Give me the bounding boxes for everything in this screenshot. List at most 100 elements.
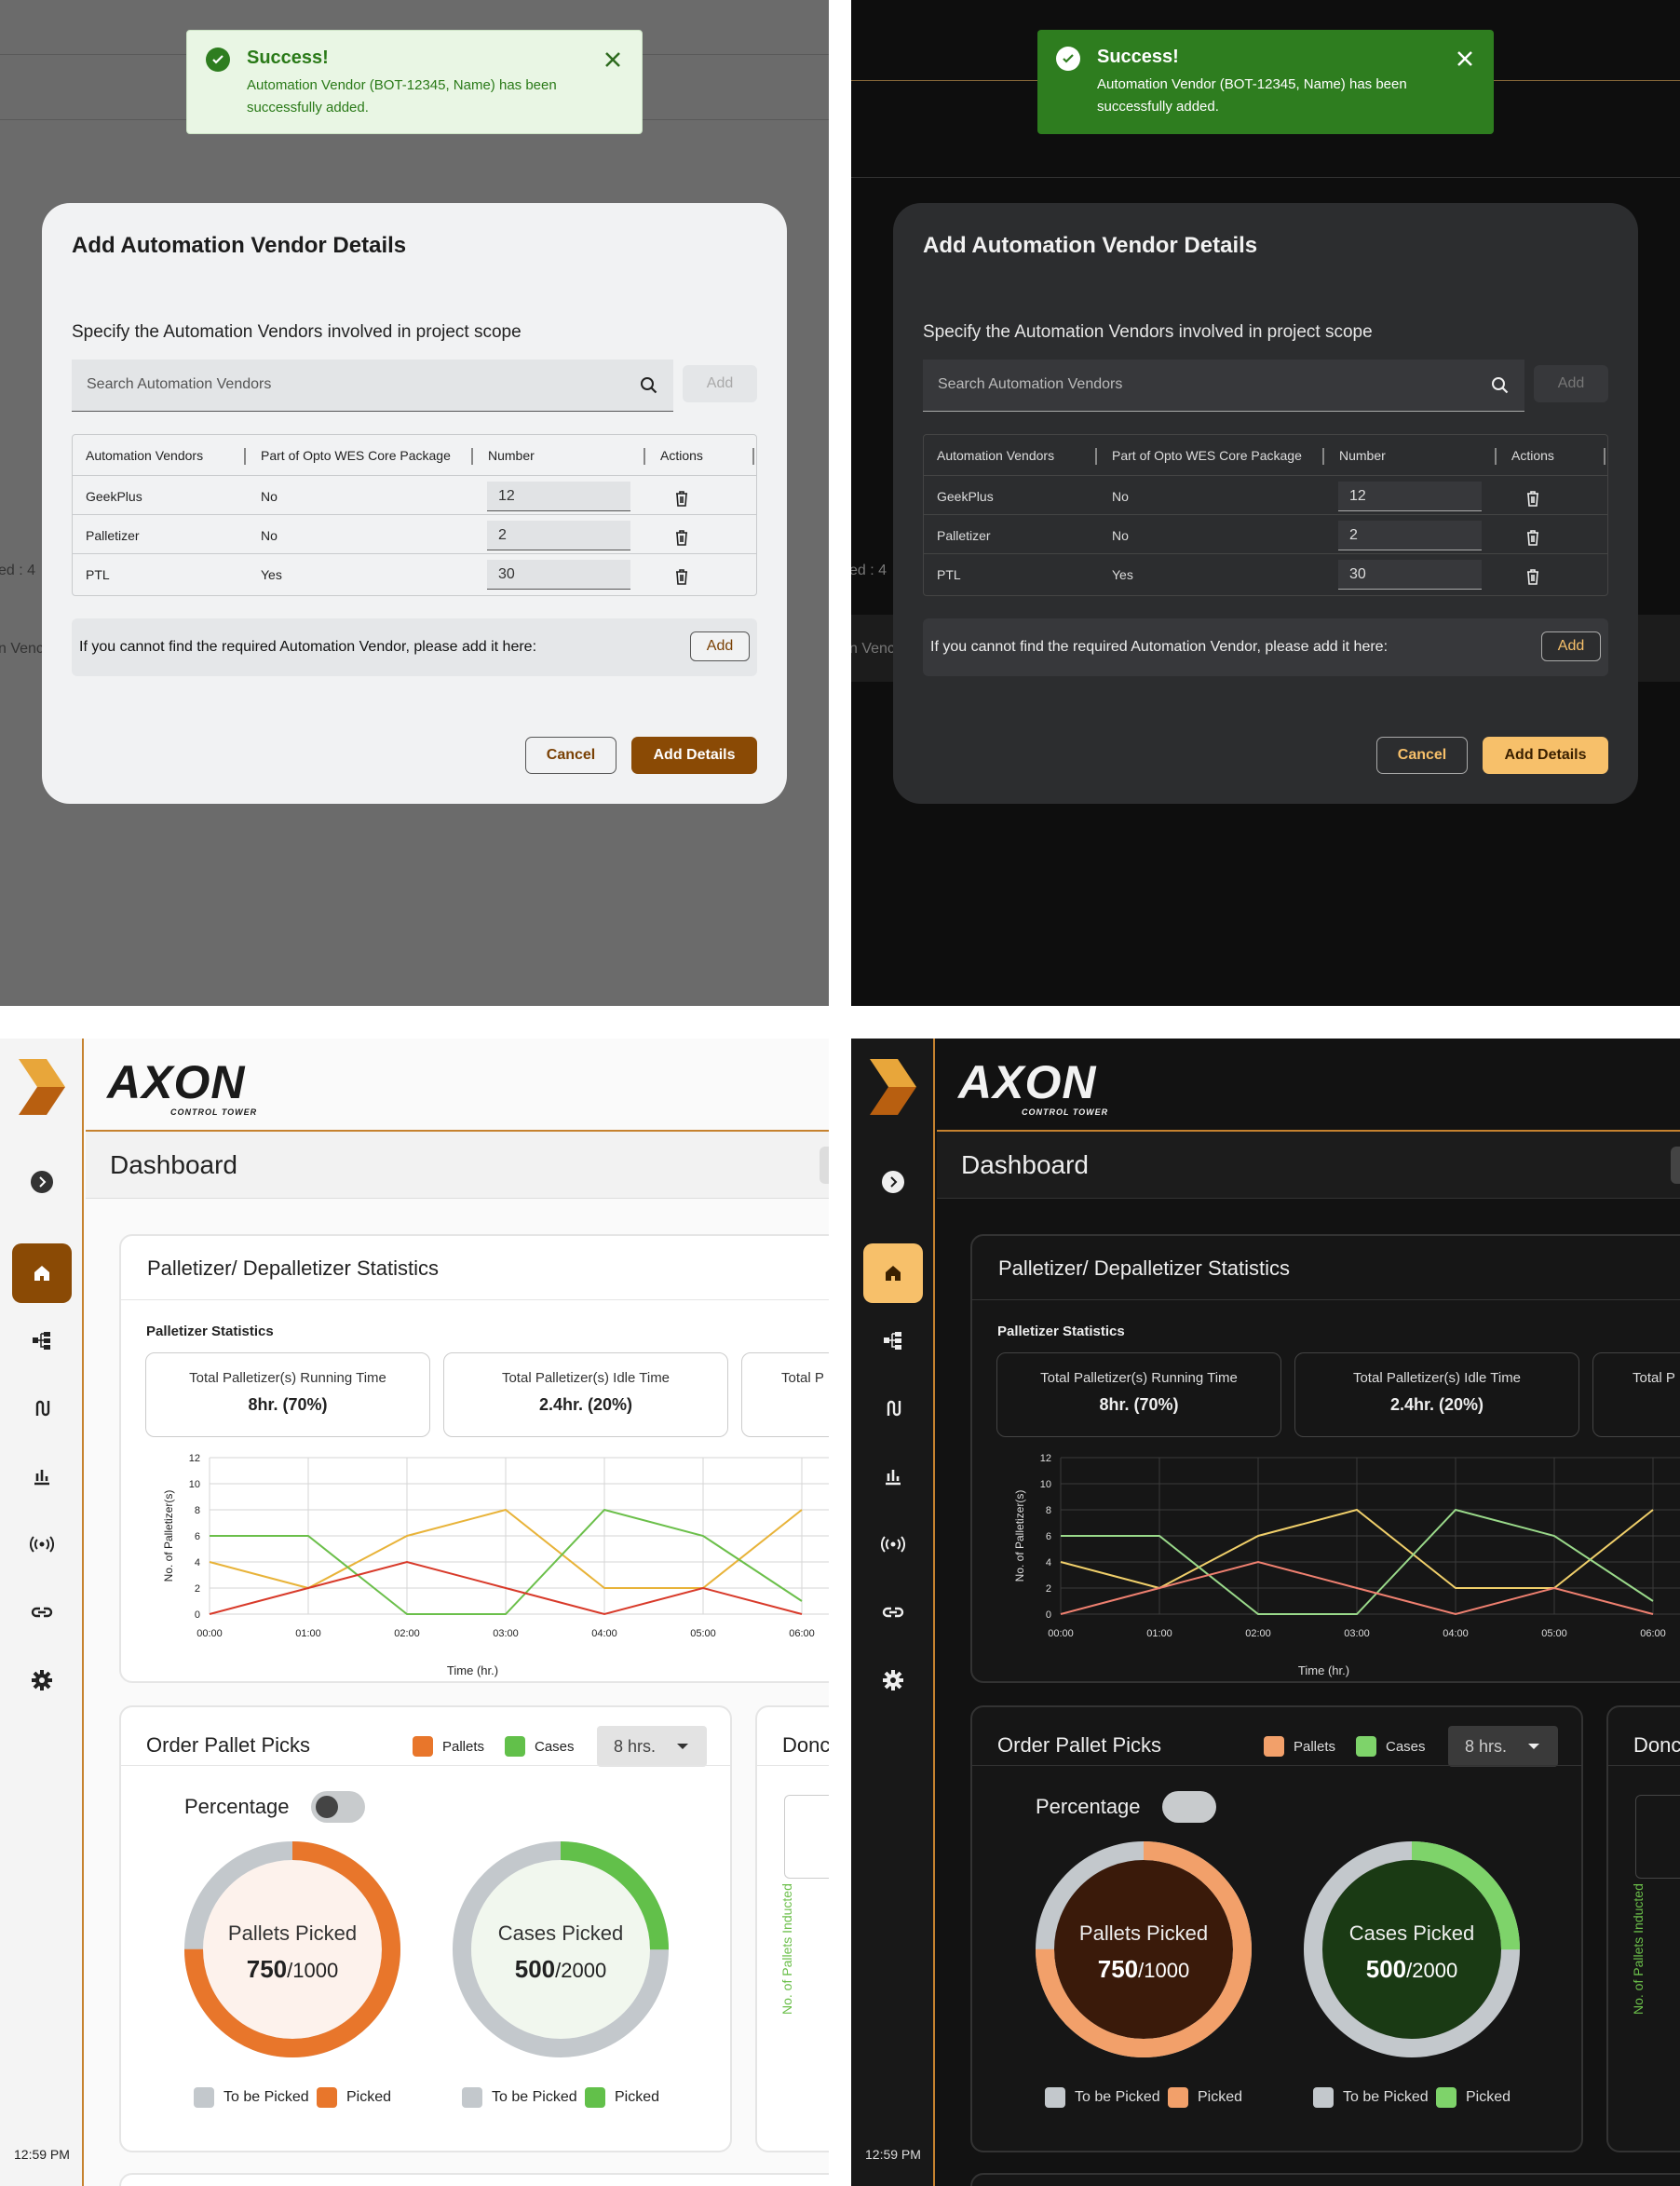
toggle-knob	[1167, 1796, 1189, 1818]
stat-value: 2.4hr. (20%)	[1389, 1395, 1484, 1414]
x-tick-label: 01:00	[295, 1628, 321, 1639]
trash-icon[interactable]	[672, 489, 691, 508]
stat-label: Total Palletizer(s) Running Time	[1040, 1370, 1238, 1386]
bar-chart-icon[interactable]	[12, 1446, 72, 1506]
search-icon[interactable]	[1489, 374, 1511, 397]
y-tick-label: 8	[1046, 1505, 1051, 1516]
donut-center	[203, 1860, 382, 2039]
section-label: Palletizer Statistics	[146, 1324, 274, 1339]
number-input[interactable]: 2	[487, 521, 630, 550]
legend-label: To be Picked	[492, 2089, 577, 2105]
expand-icon[interactable]	[863, 1152, 923, 1212]
add-details-button[interactable]: Add Details	[1483, 737, 1608, 774]
ring-total: /1000	[1138, 1959, 1190, 1982]
palletizer-line-chart: 0 2 4 6 8 10 12 00:00 01:00 02:00 03:00 04:00 05:00 0…	[1013, 1453, 1680, 1677]
ring-legend-to-be-picked: To be Picked	[1313, 2087, 1429, 2108]
col-separator	[1495, 448, 1497, 465]
close-icon[interactable]	[1453, 47, 1477, 71]
cancel-button[interactable]: Cancel	[1376, 737, 1468, 774]
number-input[interactable]: 2	[1338, 521, 1482, 550]
search-placeholder: Search Automation Vendors	[938, 376, 1123, 392]
search-input[interactable]: Search Automation Vendors	[923, 360, 1524, 412]
link-icon[interactable]	[12, 1582, 72, 1642]
order-pallet-picks-card: Order Pallet Picks Pallets Cases 8 hrs. …	[119, 1705, 732, 2152]
expand-icon[interactable]	[12, 1152, 72, 1212]
stat-label: Total P	[781, 1370, 824, 1386]
time-range-dropdown[interactable]: 8 hrs.	[597, 1726, 707, 1767]
link-icon[interactable]	[863, 1582, 923, 1642]
next-card	[119, 2173, 829, 2186]
signal-icon[interactable]	[12, 1514, 72, 1574]
vendor-core: Yes	[261, 567, 282, 582]
ring-total: /1000	[287, 1959, 339, 1982]
trash-icon[interactable]	[672, 528, 691, 547]
percentage-toggle[interactable]	[311, 1791, 365, 1823]
search-add-button[interactable]: Add	[683, 365, 757, 402]
y-axis-label: No. of Pallets Inducted	[779, 1883, 794, 2015]
home-icon[interactable]	[12, 1243, 72, 1303]
footer-text: If you cannot find the required Automati…	[79, 639, 537, 655]
success-toast: Success! Automation Vendor (BOT-12345, N…	[186, 30, 643, 134]
x-axis-label: Time (hr.)	[447, 1663, 498, 1677]
card-divider	[972, 1765, 1581, 1766]
header-action-edge[interactable]	[820, 1147, 829, 1184]
trash-icon[interactable]	[1524, 489, 1542, 508]
number-input[interactable]: 12	[1338, 482, 1482, 511]
close-icon[interactable]	[601, 48, 625, 72]
legend-label: Picked	[615, 2089, 660, 2105]
bar-chart-icon[interactable]	[863, 1446, 923, 1506]
dropdown-value: 8 hrs.	[614, 1737, 657, 1756]
search-placeholder: Search Automation Vendors	[87, 376, 272, 392]
trash-icon[interactable]	[1524, 567, 1542, 586]
page-header: Dashboard	[937, 1132, 1680, 1199]
cases-ring: Cases Picked 500/2000	[1302, 1840, 1522, 2059]
modal-subtitle: Specify the Automation Vendors involved …	[923, 322, 1373, 342]
y-axis-label: No. of Pallets Inducted	[1631, 1883, 1646, 2015]
trash-icon[interactable]	[1524, 528, 1542, 547]
stat-label: Total P	[1633, 1370, 1675, 1386]
number-input[interactable]: 30	[487, 560, 630, 590]
x-tick-label: 06:00	[789, 1628, 815, 1639]
ring-legend-picked: Picked	[1168, 2087, 1242, 2108]
y-tick-label: 6	[195, 1531, 200, 1542]
y-axis-label: No. of Palletizer(s)	[162, 1490, 175, 1582]
search-icon[interactable]	[638, 374, 660, 397]
hierarchy-icon[interactable]	[863, 1310, 923, 1370]
home-icon[interactable]	[863, 1243, 923, 1303]
stat-value: 2.4hr. (20%)	[538, 1395, 633, 1414]
number-input[interactable]: 30	[1338, 560, 1482, 590]
bg-fragment: n Venc	[0, 641, 44, 657]
cases-donut	[1304, 1841, 1520, 2057]
x-tick-label: 03:00	[1344, 1628, 1370, 1639]
donut-center	[1322, 1860, 1501, 2039]
ring-legend-picked: Picked	[317, 2087, 391, 2108]
ring-legend-to-be-picked: To be Picked	[462, 2087, 577, 2108]
gear-icon[interactable]	[863, 1650, 923, 1710]
signal-icon[interactable]	[863, 1514, 923, 1574]
gear-icon[interactable]	[12, 1650, 72, 1710]
col-separator	[471, 448, 473, 465]
ring-picked: 500	[1365, 1955, 1407, 1983]
hierarchy-icon[interactable]	[12, 1310, 72, 1370]
col-core: Part of Opto WES Core Package	[1112, 448, 1302, 463]
cancel-button[interactable]: Cancel	[525, 737, 616, 774]
route-icon[interactable]	[12, 1378, 72, 1438]
bg-fragment: n Venc	[851, 641, 895, 657]
col-core: Part of Opto WES Core Package	[261, 448, 451, 463]
footer-add-button[interactable]: Add	[690, 631, 750, 661]
trash-icon[interactable]	[672, 567, 691, 586]
brand-name: AXON	[107, 1056, 246, 1108]
percentage-toggle[interactable]	[1162, 1791, 1216, 1823]
route-icon[interactable]	[863, 1378, 923, 1438]
add-details-button[interactable]: Add Details	[631, 737, 757, 774]
search-add-button[interactable]: Add	[1534, 365, 1608, 402]
search-input[interactable]: Search Automation Vendors	[72, 360, 673, 412]
header-action-edge[interactable]	[1671, 1147, 1680, 1184]
time-range-dropdown[interactable]: 8 hrs.	[1448, 1726, 1558, 1767]
footer-add-button[interactable]: Add	[1541, 631, 1601, 661]
col-separator	[1604, 448, 1605, 465]
chevron-down-icon	[677, 1744, 688, 1749]
col-separator	[244, 448, 246, 465]
col-actions: Actions	[1511, 448, 1554, 463]
number-input[interactable]: 12	[487, 482, 630, 511]
